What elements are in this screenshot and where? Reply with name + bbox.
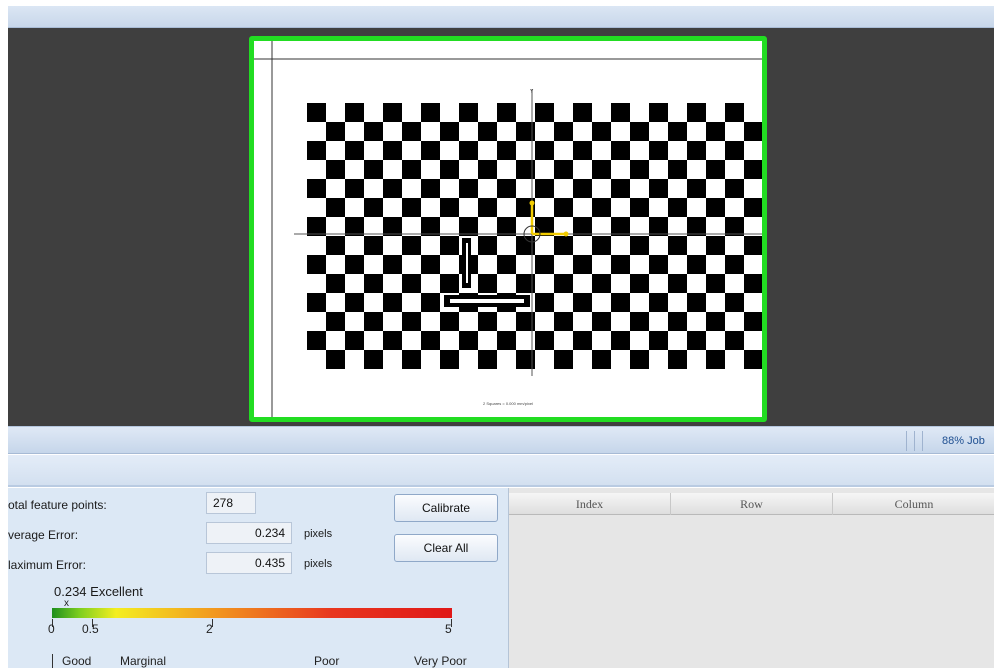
scale-caption: 2 Squares = 0.000 mm/pixel	[483, 401, 533, 406]
total-feature-points-value: 278	[206, 492, 256, 514]
checkerboard-image: Y	[254, 41, 762, 417]
maximum-error-label: laximum Error:	[8, 558, 87, 572]
scale-tick-0: 0	[48, 622, 55, 636]
scale-tick-0-5: 0.5	[82, 622, 99, 636]
status-job-progress: 88% Job	[942, 435, 985, 447]
quality-label-good: Good	[62, 654, 92, 668]
quality-label-very-poor: Very Poor	[414, 654, 467, 668]
average-error-value: 0.234	[206, 522, 292, 544]
error-quality-gradient-bar	[52, 608, 452, 618]
maximum-error-unit: pixels	[304, 558, 333, 570]
calibrate-button[interactable]: Calibrate	[394, 494, 498, 522]
column-header-index[interactable]: Index	[509, 493, 671, 515]
quality-readout: 0.234 Excellent	[54, 584, 143, 599]
scale-tick-2: 2	[206, 622, 213, 636]
status-bar: 88% Job	[8, 426, 994, 454]
checkerboard-pattern	[307, 103, 762, 369]
average-error-label: verage Error:	[8, 528, 79, 542]
column-header-column[interactable]: Column	[833, 493, 994, 515]
calibration-image-frame[interactable]: Y 2 Squares = 0.000 mm/pixel	[249, 36, 767, 422]
calibration-app: Y 2 Squares = 0.000 mm/pixel 88% Job ota…	[0, 0, 994, 668]
results-panel: otal feature points: 278 verage Error: 0…	[8, 488, 508, 668]
title-bar	[8, 6, 994, 28]
results-table-header: Index Row Column	[509, 493, 994, 515]
scale-tick-5: 5	[445, 622, 452, 636]
total-feature-points-label: otal feature points:	[8, 498, 107, 512]
results-table[interactable]: Index Row Column	[508, 488, 994, 668]
quality-label-marginal: Marginal	[120, 654, 167, 668]
toolbar-strip	[8, 455, 994, 487]
average-error-unit: pixels	[304, 528, 333, 540]
maximum-error-value: 0.435	[206, 552, 292, 574]
clear-all-button[interactable]: Clear All	[394, 534, 498, 562]
column-header-row[interactable]: Row	[671, 493, 833, 515]
y-axis-label: Y	[530, 89, 534, 95]
quality-label-poor: Poor	[314, 654, 340, 668]
